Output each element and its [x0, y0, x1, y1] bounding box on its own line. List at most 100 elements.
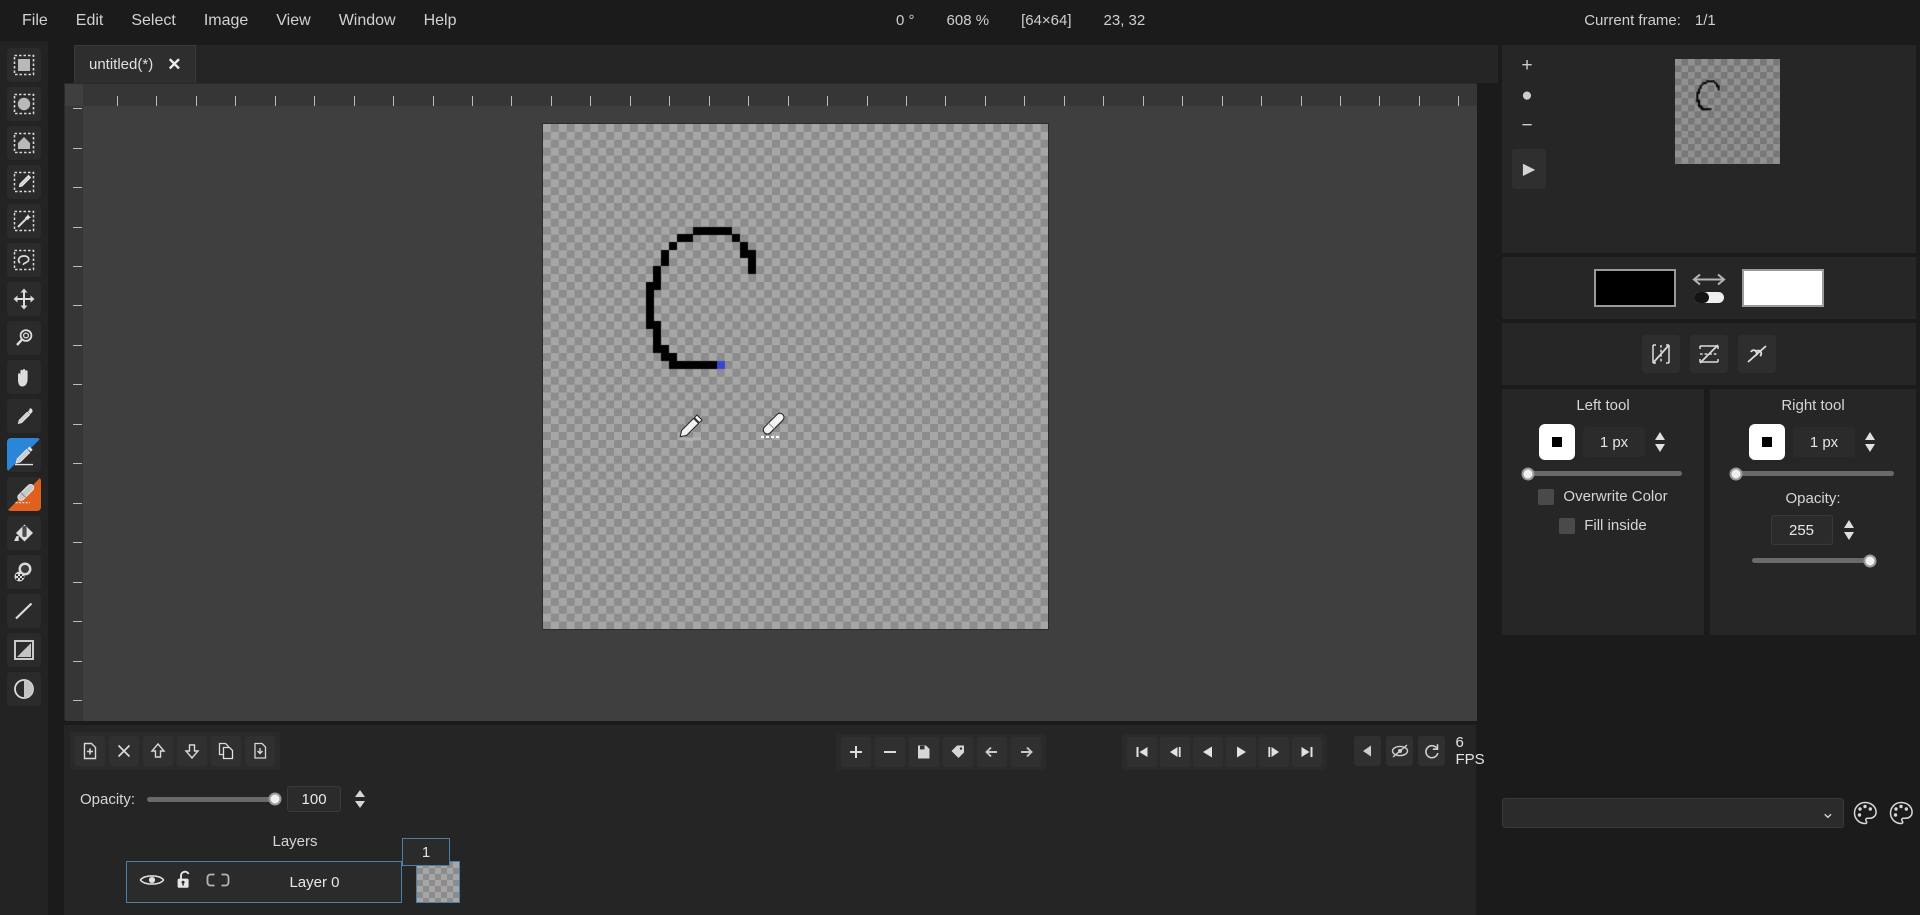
left-brush-size-value[interactable]: 1 px: [1583, 427, 1645, 457]
left-brush-size-slider[interactable]: [1521, 467, 1682, 480]
move-icon[interactable]: [7, 282, 41, 316]
overwrite-color-checkbox[interactable]: [1538, 488, 1555, 505]
preview-thumbnail[interactable]: [1675, 59, 1780, 164]
previous-onion-button[interactable]: [1354, 736, 1382, 766]
layer-opacity-value[interactable]: 100: [287, 786, 342, 812]
add-layer-button[interactable]: [75, 736, 105, 766]
left-brush-size-slider-knob[interactable]: [1521, 467, 1535, 480]
menu-select[interactable]: Select: [117, 8, 189, 34]
next-frame-button[interactable]: [1259, 737, 1289, 767]
eye-icon[interactable]: [139, 872, 165, 893]
zoom-icon[interactable]: [7, 321, 41, 355]
overwrite-color-row[interactable]: Overwrite Color: [1538, 488, 1668, 505]
rectangle-select-icon[interactable]: [7, 48, 41, 82]
line-tool-icon[interactable]: [7, 594, 41, 628]
right-brush-size-slider[interactable]: [1729, 467, 1894, 480]
vertical-ruler[interactable]: [65, 106, 83, 721]
right-brush-size-value[interactable]: 1 px: [1793, 427, 1855, 457]
menu-file[interactable]: File: [8, 8, 62, 34]
merge-layer-button[interactable]: [245, 736, 275, 766]
chevron-down-icon[interactable]: ⌄: [1821, 804, 1835, 821]
rectangle-shape-icon[interactable]: [7, 633, 41, 667]
right-opacity-slider[interactable]: [1752, 554, 1877, 567]
palette-dropdown[interactable]: ⌄: [1502, 798, 1844, 828]
link-icon[interactable]: [205, 872, 231, 893]
artboard[interactable]: [543, 124, 1048, 629]
bucket-fill-icon[interactable]: [7, 516, 41, 550]
right-brush-preview[interactable]: [1749, 424, 1785, 460]
left-brush-size-stepper[interactable]: [1653, 431, 1667, 453]
vertical-mirror-button[interactable]: [1690, 335, 1728, 373]
right-opacity-value[interactable]: 255: [1770, 515, 1833, 545]
edit-palette-button[interactable]: [1850, 798, 1880, 828]
right-brush-size-slider-knob[interactable]: [1729, 467, 1743, 480]
color-select-icon[interactable]: [7, 165, 41, 199]
fill-inside-row[interactable]: Fill inside: [1559, 517, 1647, 534]
layer-opacity-stepper[interactable]: [353, 789, 367, 809]
left-brush-preview[interactable]: [1539, 424, 1575, 460]
swap-colors-icon[interactable]: [1692, 273, 1726, 304]
play-forward-button[interactable]: [1226, 737, 1256, 767]
menu-image[interactable]: Image: [190, 8, 262, 34]
play-backwards-button[interactable]: [1193, 737, 1223, 767]
layer-row-0[interactable]: Layer 0: [126, 861, 402, 903]
right-opacity-stepper[interactable]: [1842, 519, 1856, 541]
clone-layer-button[interactable]: [211, 736, 241, 766]
last-frame-button[interactable]: [1292, 737, 1322, 767]
pan-hand-icon[interactable]: [7, 360, 41, 394]
lasso-select-icon[interactable]: [7, 243, 41, 277]
close-icon[interactable]: ✕: [167, 55, 181, 75]
layer-name[interactable]: Layer 0: [240, 874, 389, 891]
canvas-viewport[interactable]: [64, 83, 1477, 721]
move-frame-right-button[interactable]: [1011, 737, 1041, 767]
previous-frame-button[interactable]: [1160, 737, 1190, 767]
ellipse-select-icon[interactable]: [7, 87, 41, 121]
menu-window[interactable]: Window: [325, 8, 410, 34]
add-frame-button[interactable]: [841, 737, 871, 767]
pencil-icon[interactable]: [7, 438, 41, 472]
color-picker-icon[interactable]: [7, 399, 41, 433]
right-color-swatch[interactable]: [1742, 269, 1824, 307]
horizontal-ruler[interactable]: [83, 84, 1477, 106]
overwrite-color-label: Overwrite Color: [1563, 488, 1668, 505]
layer-opacity-slider[interactable]: [147, 792, 282, 806]
preview-zoom-reset-button[interactable]: ●: [1512, 81, 1542, 111]
frame-tag-button[interactable]: [943, 737, 973, 767]
ellipse-shape-icon[interactable]: [7, 672, 41, 706]
menu-help[interactable]: Help: [410, 8, 471, 34]
move-frame-left-button[interactable]: [977, 737, 1007, 767]
horizontal-mirror-button[interactable]: [1642, 335, 1680, 373]
first-frame-button[interactable]: [1127, 737, 1157, 767]
preview-zoom-out-button[interactable]: −: [1512, 111, 1542, 141]
new-palette-button[interactable]: [1886, 798, 1916, 828]
magic-wand-icon[interactable]: [7, 204, 41, 238]
right-brush-dot: [1762, 437, 1772, 447]
preview-play-button[interactable]: ▶: [1512, 149, 1546, 189]
fill-inside-checkbox[interactable]: [1559, 517, 1576, 534]
eraser-icon[interactable]: [7, 477, 41, 511]
unlock-icon[interactable]: [174, 869, 196, 896]
left-color-swatch[interactable]: [1594, 269, 1676, 307]
right-opacity-slider-knob[interactable]: [1863, 554, 1877, 567]
polygon-select-icon[interactable]: [7, 126, 41, 160]
menu-view[interactable]: View: [262, 8, 324, 34]
pixel-perfect-button[interactable]: [1738, 335, 1776, 373]
copy-frame-button[interactable]: [909, 737, 939, 767]
move-layer-up-button[interactable]: [143, 736, 173, 766]
future-onion-button[interactable]: [1386, 736, 1414, 766]
remove-frame-button[interactable]: [875, 737, 905, 767]
frame-cell-1[interactable]: 1: [402, 838, 450, 866]
canvas-scroll-area[interactable]: [83, 106, 1477, 721]
shading-icon[interactable]: [7, 555, 41, 589]
right-brush-size-stepper[interactable]: [1863, 431, 1877, 453]
delete-layer-button[interactable]: [109, 736, 139, 766]
tab-untitled[interactable]: untitled(*) ✕: [74, 45, 197, 83]
layer-opacity-slider-knob[interactable]: [268, 792, 282, 806]
loop-button[interactable]: [1418, 736, 1446, 766]
menu-edit[interactable]: Edit: [62, 8, 118, 34]
move-layer-down-button[interactable]: [177, 736, 207, 766]
layer-thumbnail[interactable]: [416, 861, 460, 903]
pixel-canvas[interactable]: [543, 124, 1048, 629]
fps-value[interactable]: 6 FPS: [1450, 734, 1498, 768]
preview-zoom-in-button[interactable]: +: [1512, 51, 1542, 81]
